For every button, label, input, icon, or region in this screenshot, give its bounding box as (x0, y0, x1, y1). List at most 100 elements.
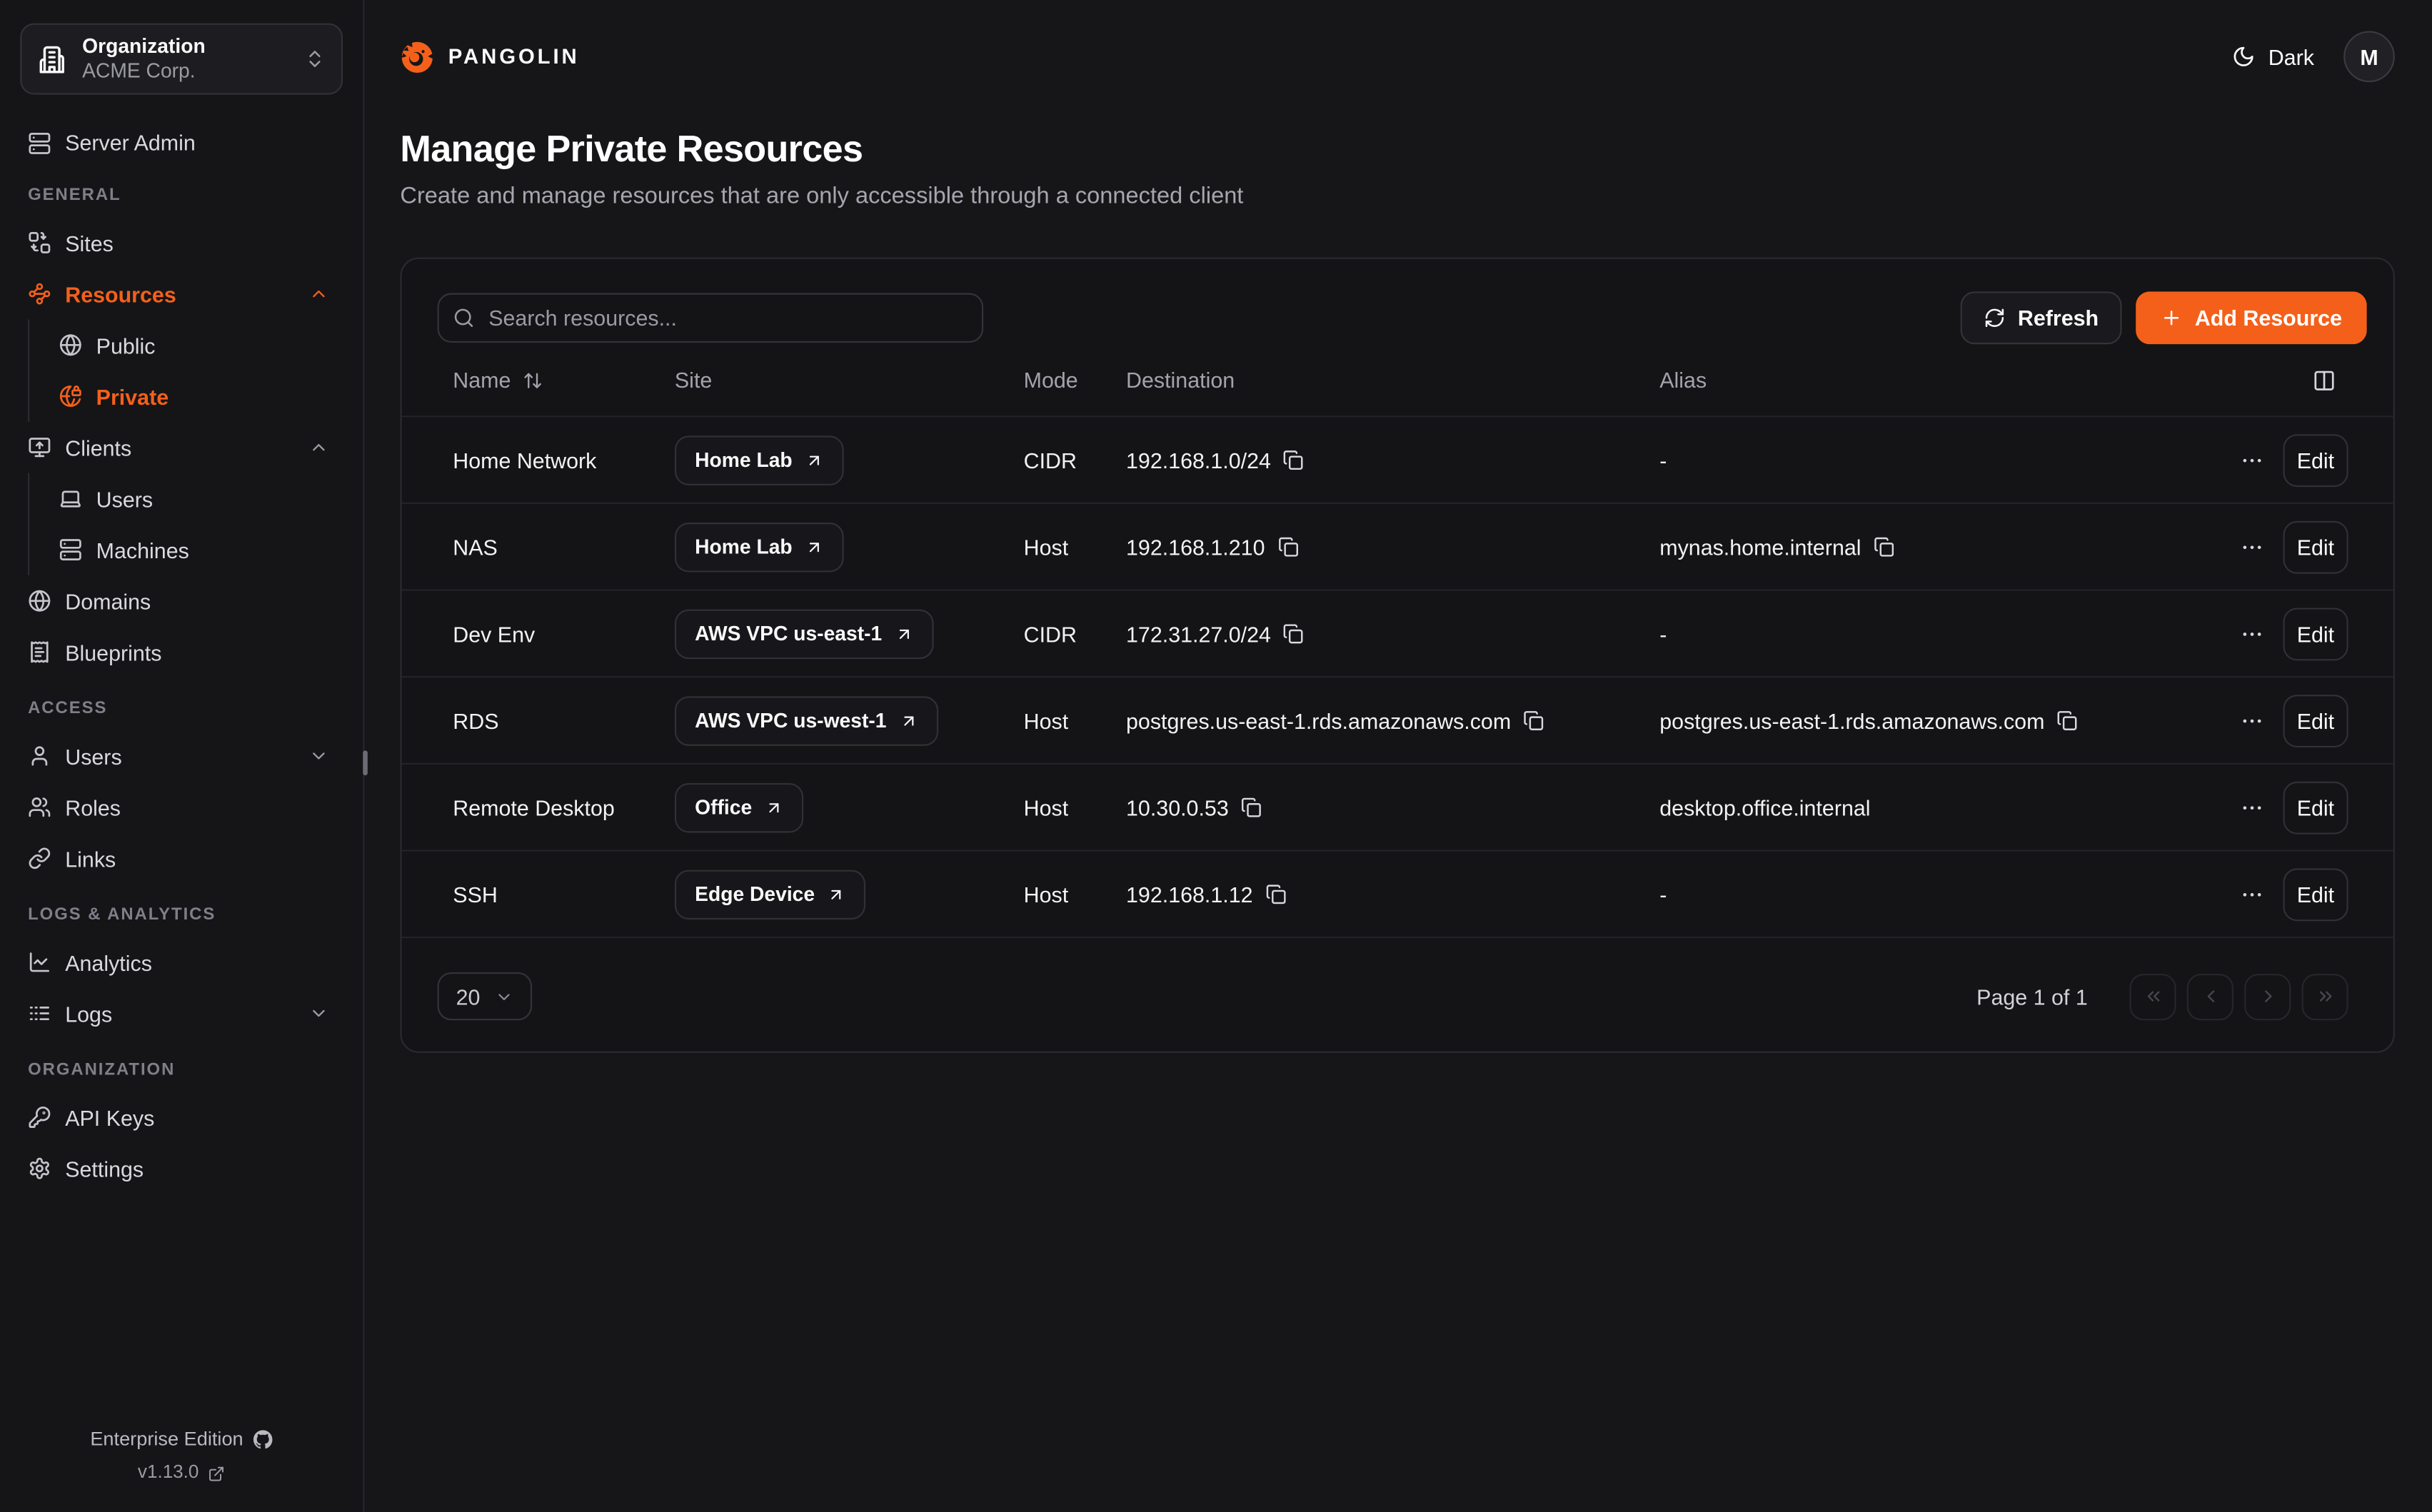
site-link[interactable]: AWS VPC us-east-1 (675, 609, 933, 659)
theme-toggle[interactable]: Dark (2233, 44, 2314, 69)
sidebar-item-resources[interactable]: Resources (0, 268, 363, 320)
row-menu-button[interactable] (2236, 875, 2267, 912)
columns-toggle-icon[interactable] (2313, 368, 2336, 392)
row-menu-button[interactable] (2236, 441, 2267, 478)
sidebar-item-label: Users (65, 744, 121, 769)
section-label-logs-analytics: LOGS & ANALYTICS (0, 906, 363, 924)
site-link[interactable]: Edge Device (675, 870, 866, 919)
avatar-initial: M (2360, 44, 2378, 69)
chevron-right-icon (2258, 987, 2278, 1007)
copy-destination-button[interactable] (1265, 884, 1286, 904)
first-page-button[interactable] (2129, 973, 2176, 1019)
building-icon (37, 44, 66, 74)
page-size-select[interactable]: 20 (438, 972, 533, 1020)
sidebar-resize-handle[interactable] (363, 750, 368, 775)
sidebar-item-sites[interactable]: Sites (0, 217, 363, 268)
previous-page-button[interactable] (2187, 973, 2233, 1019)
chevron-down-icon (495, 987, 513, 1006)
sidebar-item-settings[interactable]: Settings (0, 1143, 363, 1194)
table-row: NAS Home Lab Host 192.168.1.210 mynas.ho… (402, 504, 2393, 591)
copy-destination-button[interactable] (1283, 623, 1304, 644)
sidebar-item-server-admin[interactable]: Server Admin (0, 121, 363, 164)
resource-alias: desktop.office.internal (1644, 795, 2221, 820)
resource-alias: - (1644, 621, 2221, 646)
sidebar-item-logs[interactable]: Logs (0, 988, 363, 1039)
sidebar-item-analytics[interactable]: Analytics (0, 937, 363, 988)
resource-mode: Host (1008, 795, 1110, 820)
site-link[interactable]: Office (675, 782, 803, 832)
row-menu-button[interactable] (2236, 528, 2267, 565)
resource-destination: 192.168.1.12 (1110, 882, 1644, 907)
sidebar-item-links[interactable]: Links (0, 832, 363, 884)
sidebar-item-roles[interactable]: Roles (0, 782, 363, 833)
brand: PANGOLIN (400, 39, 579, 74)
site-link[interactable]: Home Lab (675, 522, 843, 572)
site-link[interactable]: AWS VPC us-west-1 (675, 695, 938, 745)
site-link[interactable]: Home Lab (675, 435, 843, 485)
row-menu-button[interactable] (2236, 615, 2267, 652)
monitor-up-icon (28, 435, 51, 459)
row-menu-button[interactable] (2236, 789, 2267, 826)
copy-icon (1524, 710, 1544, 730)
resource-name: Dev Env (438, 621, 660, 646)
sidebar-item-public[interactable]: Public (29, 319, 363, 371)
search-icon (453, 306, 474, 328)
edit-button[interactable]: Edit (2283, 520, 2348, 573)
link-icon (28, 847, 51, 870)
page-subtitle: Create and manage resources that are onl… (400, 183, 2394, 209)
edit-button[interactable]: Edit (2283, 694, 2348, 747)
version-line[interactable]: v1.13.0 (0, 1457, 363, 1491)
edit-button[interactable]: Edit (2283, 433, 2348, 486)
edition-line[interactable]: Enterprise Edition (0, 1422, 363, 1457)
next-page-button[interactable] (2244, 973, 2291, 1019)
edit-button[interactable]: Edit (2283, 607, 2348, 660)
avatar[interactable]: M (2343, 31, 2395, 82)
copy-icon (1283, 449, 1304, 470)
sidebar-item-blueprints[interactable]: Blueprints (0, 627, 363, 678)
sidebar-item-label: Server Admin (65, 130, 196, 155)
org-switcher-label: Organization (82, 34, 288, 59)
ellipsis-icon (2239, 534, 2264, 559)
sidebar-item-clients[interactable]: Clients (0, 422, 363, 473)
chevron-up-icon (308, 438, 328, 458)
resource-destination: 172.31.27.0/24 (1110, 621, 1644, 646)
add-resource-button[interactable]: Add Resource (2136, 291, 2366, 344)
waypoints-icon (28, 282, 51, 306)
server-icon (59, 538, 83, 562)
search-field (438, 293, 984, 343)
column-header-name[interactable]: Name (438, 368, 660, 393)
external-link-icon (208, 1465, 225, 1482)
sidebar-item-label: Clients (65, 435, 131, 460)
last-page-button[interactable] (2302, 973, 2348, 1019)
combine-icon (28, 231, 51, 255)
sidebar-item-label: Public (96, 333, 156, 358)
sidebar-item-domains[interactable]: Domains (0, 575, 363, 627)
sidebar-item-machines[interactable]: Machines (29, 524, 363, 575)
sidebar-item-users[interactable]: Users (0, 730, 363, 782)
resource-alias: - (1644, 882, 2221, 907)
refresh-button[interactable]: Refresh (1961, 291, 2122, 344)
topbar-right: Dark M (2233, 31, 2395, 82)
copy-alias-button[interactable] (1874, 536, 1894, 557)
org-switcher[interactable]: Organization ACME Corp. (20, 24, 343, 95)
copy-destination-button[interactable] (1277, 536, 1298, 557)
search-input[interactable] (438, 293, 984, 343)
copy-destination-button[interactable] (1241, 797, 1262, 817)
resource-mode: Host (1008, 882, 1110, 907)
copy-alias-button[interactable] (2057, 710, 2078, 730)
sort-icon (523, 370, 543, 390)
sidebar-item-api-keys[interactable]: API Keys (0, 1092, 363, 1143)
edit-button[interactable]: Edit (2283, 781, 2348, 834)
edit-button[interactable]: Edit (2283, 867, 2348, 920)
sidebar-item-label: Settings (65, 1156, 144, 1181)
topbar: PANGOLIN Dark M (400, 31, 2394, 82)
sidebar-item-client-users[interactable]: Users (29, 473, 363, 525)
resource-destination: 192.168.1.210 (1110, 534, 1644, 559)
sidebar-item-label: Blueprints (65, 640, 161, 665)
row-menu-button[interactable] (2236, 702, 2267, 739)
refresh-icon (1984, 307, 2005, 328)
resource-destination: 10.30.0.53 (1110, 795, 1644, 820)
copy-destination-button[interactable] (1283, 449, 1304, 470)
copy-destination-button[interactable] (1524, 710, 1544, 730)
sidebar-item-private[interactable]: Private (29, 371, 363, 422)
